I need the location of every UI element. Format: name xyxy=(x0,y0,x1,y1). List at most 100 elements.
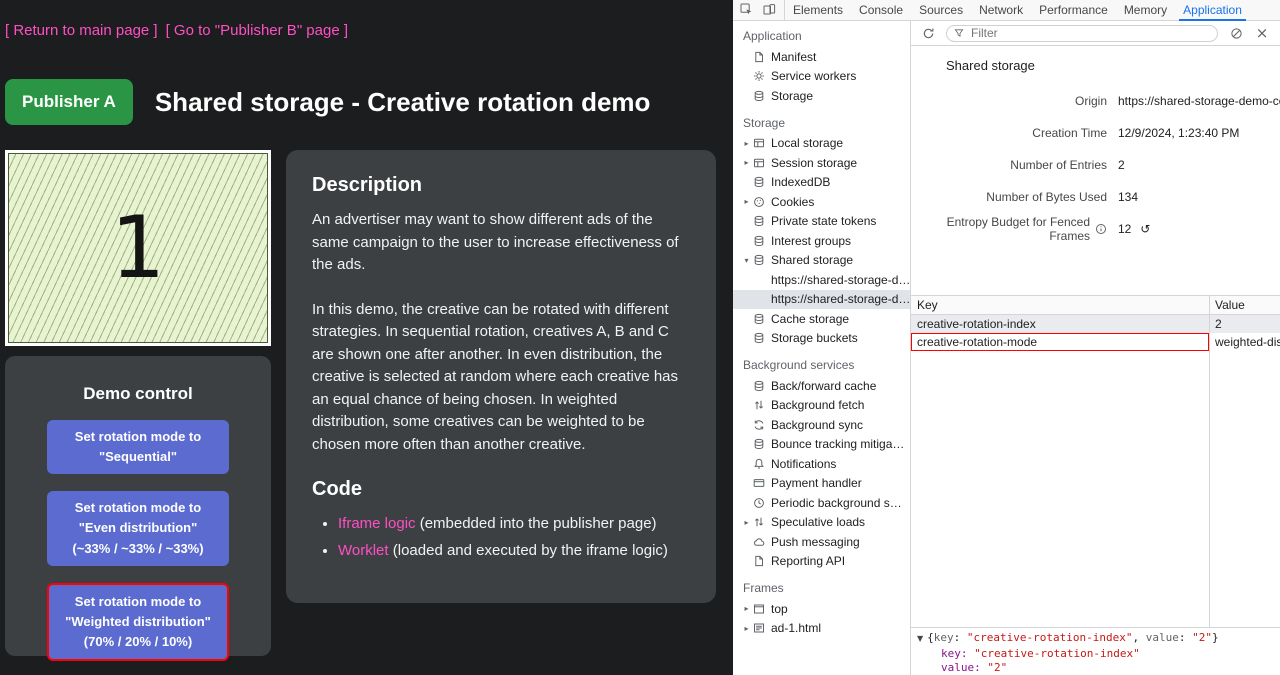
devtools-main: × Shared storage Originhttps://shared-st… xyxy=(911,21,1280,675)
preview-entry-value: "creative-rotation-index" xyxy=(974,647,1140,660)
devtools-tab-performance[interactable]: Performance xyxy=(1031,0,1116,20)
sidebar-item[interactable]: Interest groups xyxy=(733,231,910,251)
column-divider[interactable] xyxy=(1209,296,1210,627)
bell-icon xyxy=(752,457,765,470)
devtools-tab-sources[interactable]: Sources xyxy=(911,0,971,20)
database-icon xyxy=(752,215,765,228)
metadata-value: 12 xyxy=(1118,222,1131,236)
description-panel: Description An advertiser may want to sh… xyxy=(286,150,716,603)
sidebar-item-label: Storage buckets xyxy=(771,331,910,345)
sidebar-item[interactable]: Background fetch xyxy=(733,396,910,416)
database-icon xyxy=(752,176,765,189)
close-icon[interactable]: × xyxy=(1254,25,1270,41)
sidebar-item[interactable]: ▸Speculative loads xyxy=(733,513,910,533)
sidebar-item[interactable]: ▸top xyxy=(733,599,910,619)
devtools-tool-icons xyxy=(733,0,785,20)
rotation-mode-button[interactable]: Set rotation mode to"Even distribution"(… xyxy=(47,491,229,565)
column-header-key[interactable]: Key xyxy=(911,298,1209,312)
nav-link[interactable]: [ Return to main page ] xyxy=(5,22,158,39)
chevron-right-icon[interactable]: ▸ xyxy=(741,158,752,167)
sidebar-item[interactable]: ▾Shared storage xyxy=(733,251,910,271)
storage-heading: Shared storage xyxy=(911,46,1280,83)
sidebar-item[interactable]: https://shared-storage-d… xyxy=(733,290,910,310)
sidebar-item[interactable]: IndexedDB xyxy=(733,173,910,193)
storage-table-rows: creative-rotation-index2creative-rotatio… xyxy=(911,315,1280,351)
ad-creative-frame[interactable]: 1 xyxy=(5,150,271,346)
sidebar-item-label: https://shared-storage-d… xyxy=(771,273,910,287)
nav-link[interactable]: [ Go to "Publisher B" page ] xyxy=(166,22,348,39)
frame-icon xyxy=(752,602,765,615)
sidebar-item[interactable]: Reporting API xyxy=(733,552,910,572)
refresh-icon[interactable] xyxy=(920,25,936,41)
table-row[interactable]: creative-rotation-modeweighted-distribut… xyxy=(911,333,1280,351)
filter-input[interactable] xyxy=(969,25,1210,41)
metadata-row: Creation Time12/9/2024, 1:23:40 PM xyxy=(911,117,1280,149)
cookie-icon xyxy=(752,195,765,208)
column-header-value[interactable]: Value xyxy=(1209,298,1280,312)
sidebar-item[interactable]: Storage buckets xyxy=(733,329,910,349)
rotation-mode-button[interactable]: Set rotation mode to"Sequential" xyxy=(47,420,229,474)
filter-box[interactable] xyxy=(946,25,1218,42)
sidebar-item[interactable]: ▸ Local storage xyxy=(733,134,910,154)
info-icon[interactable] xyxy=(1094,223,1107,236)
sidebar-item[interactable]: Periodic background s… xyxy=(733,493,910,513)
description-paragraph: In this demo, the creative can be rotate… xyxy=(312,299,690,457)
page-content: 1 Demo control Set rotation mode to"Sequ… xyxy=(5,150,733,656)
preview-prop-name: value xyxy=(1146,631,1179,644)
sidebar-item[interactable]: Notifications xyxy=(733,454,910,474)
sidebar-item[interactable]: Cache storage xyxy=(733,309,910,329)
reset-budget-icon[interactable]: ↺ xyxy=(1140,222,1150,236)
sidebar-item-label: Session storage xyxy=(771,156,910,170)
chevron-down-icon[interactable]: ▾ xyxy=(741,256,752,265)
table-row[interactable]: creative-rotation-index2 xyxy=(911,315,1280,333)
cell-value: weighted-distribution xyxy=(1209,335,1280,349)
block-icon[interactable] xyxy=(1228,25,1244,41)
code-list-item: Iframe logic (embedded into the publishe… xyxy=(338,513,690,536)
code-link[interactable]: Iframe logic xyxy=(338,515,416,532)
devtools-tab-console[interactable]: Console xyxy=(851,0,911,20)
devtools-tab-application[interactable]: Application xyxy=(1175,0,1250,20)
sidebar-item[interactable]: Private state tokens xyxy=(733,212,910,232)
preview-brace: { xyxy=(927,631,934,644)
sidebar-item[interactable]: ▸ad-1.html xyxy=(733,619,910,639)
chevron-right-icon[interactable]: ▸ xyxy=(741,197,752,206)
chevron-right-icon[interactable]: ▸ xyxy=(741,139,752,148)
manifest-document-icon xyxy=(752,555,765,568)
inspect-element-icon[interactable] xyxy=(740,3,754,17)
rotation-mode-button[interactable]: Set rotation mode to"Weighted distributi… xyxy=(47,583,229,661)
devtools-tab-elements[interactable]: Elements xyxy=(785,0,851,20)
sidebar-section-title: Background services xyxy=(733,348,910,376)
database-icon xyxy=(752,89,765,102)
chevron-right-icon[interactable]: ▸ xyxy=(741,604,752,613)
sidebar-item-label: Background sync xyxy=(771,418,910,432)
sidebar-item-label: Local storage xyxy=(771,136,910,150)
preview-brace: } xyxy=(1212,631,1219,644)
devtools-tab-network[interactable]: Network xyxy=(971,0,1031,20)
sidebar-item[interactable]: Payment handler xyxy=(733,474,910,494)
sidebar-item[interactable]: Push messaging xyxy=(733,532,910,552)
metadata-label: Number of Bytes Used xyxy=(911,190,1107,204)
preview-expander-icon[interactable]: ▼ xyxy=(917,634,923,643)
sidebar-item[interactable]: Back/forward cache xyxy=(733,376,910,396)
sidebar-item[interactable]: Storage xyxy=(733,86,910,106)
devtools-tab-memory[interactable]: Memory xyxy=(1116,0,1175,20)
sidebar-item[interactable]: Bounce tracking mitiga… xyxy=(733,435,910,455)
device-toolbar-icon[interactable] xyxy=(763,3,777,17)
sidebar-item[interactable]: ▸Cookies xyxy=(733,192,910,212)
demo-control-title: Demo control xyxy=(23,384,253,404)
devtools-sidebar: ApplicationManifestService workersStorag… xyxy=(733,21,911,675)
sidebar-section-title: Frames xyxy=(733,571,910,599)
code-link[interactable]: Worklet xyxy=(338,542,389,559)
sidebar-item[interactable]: Background sync xyxy=(733,415,910,435)
sidebar-item-label: IndexedDB xyxy=(771,175,910,189)
sidebar-section-title: Storage xyxy=(733,106,910,134)
sidebar-item[interactable]: ▸ Session storage xyxy=(733,153,910,173)
sidebar-item-label: Bounce tracking mitiga… xyxy=(771,437,910,451)
chevron-right-icon[interactable]: ▸ xyxy=(741,518,752,527)
sidebar-item[interactable]: Service workers xyxy=(733,67,910,87)
chevron-right-icon[interactable]: ▸ xyxy=(741,624,752,633)
database-icon xyxy=(752,379,765,392)
sidebar-item[interactable]: https://shared-storage-d… xyxy=(733,270,910,290)
metadata-label: Entropy Budget for Fenced Frames xyxy=(911,215,1107,243)
sidebar-item[interactable]: Manifest xyxy=(733,47,910,67)
